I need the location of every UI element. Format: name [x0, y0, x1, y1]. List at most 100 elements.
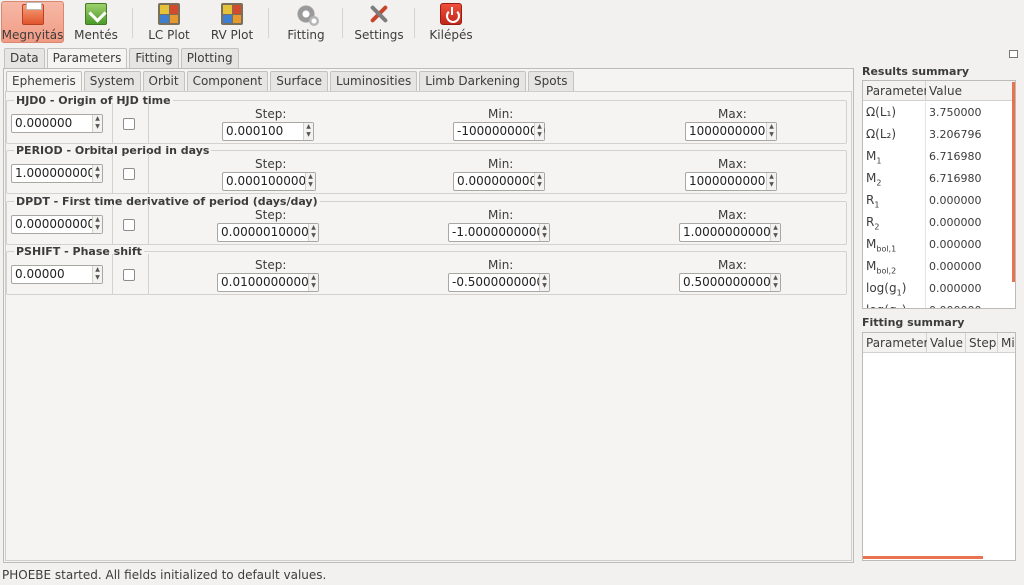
vertical-scrollbar[interactable]	[1012, 82, 1015, 282]
step-spinbox[interactable]: 0.0001000000 ▲ ▼	[222, 172, 316, 191]
value-cell: 6.716980	[929, 172, 982, 185]
min-spinbox[interactable]: -1.0000000000 ▲ ▼	[448, 223, 550, 242]
exit-button[interactable]: Kilépés	[422, 1, 480, 43]
table-row[interactable]: Ω(L₂) 3.206796	[863, 124, 1013, 146]
tab-parameters[interactable]: Parameters	[46, 48, 128, 69]
table-row[interactable]: M2 6.716980	[863, 168, 1013, 190]
fitting-label: Fitting	[287, 28, 325, 42]
value-spinbox[interactable]: 0.00000 ▲ ▼	[11, 265, 103, 284]
open-button[interactable]: Megnyitás	[1, 1, 64, 43]
column-header-value[interactable]: Value	[926, 81, 1015, 101]
column-divider	[148, 103, 149, 143]
power-icon	[440, 3, 462, 25]
rv-plot-button[interactable]: RV Plot	[203, 1, 261, 43]
table-row[interactable]: R1 0.000000	[863, 190, 1013, 212]
subtab-luminosities[interactable]: Luminosities	[329, 71, 418, 91]
table-row[interactable]: Mbol,2 0.000000	[863, 256, 1013, 278]
column-header-value[interactable]: Value	[927, 333, 966, 353]
fit-checkbox[interactable]	[123, 118, 135, 130]
min-label: Min:	[488, 157, 514, 171]
spin-arrows-icon[interactable]: ▲ ▼	[766, 173, 776, 190]
spin-arrows-icon[interactable]: ▲ ▼	[92, 165, 102, 182]
column-header-step[interactable]: Step	[966, 333, 998, 353]
parameter-subscript: 1	[876, 156, 882, 166]
tab-fitting[interactable]: Fitting	[129, 48, 179, 68]
parameter-name: Ω	[866, 127, 876, 141]
column-header-parameter[interactable]: Parameter	[863, 81, 928, 101]
step-spinbox[interactable]: 0.000100 ▲ ▼	[222, 122, 314, 141]
value-spinbox[interactable]: 0.0000000000▲▼	[11, 215, 103, 234]
spin-arrows-icon[interactable]: ▲ ▼	[766, 123, 776, 140]
column-divider	[112, 103, 113, 143]
value-spinbox[interactable]: 0.000000 ▲ ▼	[11, 114, 103, 133]
max-spinbox[interactable]: 1.0000000000 ▲ ▼	[679, 223, 781, 242]
spin-arrows-icon[interactable]: ▲ ▼	[770, 274, 780, 291]
step-spinbox[interactable]: 0.0000010000 ▲ ▼	[217, 223, 319, 242]
spin-arrows-icon[interactable]: ▲ ▼	[770, 224, 780, 241]
min-spinbox[interactable]: -10000000000 ▲ ▼	[453, 122, 545, 141]
spin-arrows-icon[interactable]: ▲ ▼	[92, 115, 102, 132]
results-summary-table: Parameter Value Ω(L₁) 3.750000 Ω(L₂) 3.2067…	[862, 80, 1016, 309]
undock-icon[interactable]	[1009, 50, 1018, 58]
fit-checkbox[interactable]	[123, 269, 135, 281]
max-spinbox[interactable]: 0.5000000000 ▲ ▼	[679, 273, 781, 292]
fitting-button[interactable]: Fitting	[276, 1, 336, 43]
spin-arrows-icon[interactable]: ▲ ▼	[92, 216, 102, 233]
save-download-icon	[85, 3, 107, 25]
min-spinbox[interactable]: 0.0000000000 ▲ ▼	[453, 172, 545, 191]
subtab-orbit[interactable]: Orbit	[142, 71, 185, 91]
group-title: PSHIFT - Phase shift	[14, 245, 144, 258]
table-row[interactable]: R2 0.000000	[863, 212, 1013, 234]
spin-arrows-icon[interactable]: ▲ ▼	[534, 123, 544, 140]
tab-plotting[interactable]: Plotting	[180, 48, 239, 68]
rv-plot-label: RV Plot	[210, 28, 254, 42]
spin-arrows-icon[interactable]: ▲ ▼	[539, 274, 549, 291]
parameters-subtabbar: Ephemeris System Orbit Component Surface…	[6, 71, 576, 92]
settings-button[interactable]: Settings	[350, 1, 408, 43]
fit-checkbox[interactable]	[123, 219, 135, 231]
spin-arrows-icon[interactable]: ▲ ▼	[539, 224, 549, 241]
horizontal-scrollbar[interactable]	[863, 556, 983, 559]
column-header-parameter[interactable]: Parameter	[863, 333, 928, 353]
subtab-spots[interactable]: Spots	[528, 71, 574, 91]
parameter-suffix: )	[902, 303, 907, 308]
settings-label: Settings	[354, 28, 404, 42]
step-spinbox[interactable]: 0.0100000000 ▲ ▼	[217, 273, 319, 292]
table-row[interactable]: Mbol,1 0.000000	[863, 234, 1013, 256]
table-row[interactable]: M1 6.716980	[863, 146, 1013, 168]
value-spinbox[interactable]: 1.0000000000▲▼	[11, 164, 103, 183]
spin-arrows-icon[interactable]: ▲ ▼	[534, 173, 544, 190]
table-row[interactable]: log(g2) 0.000000	[863, 300, 1013, 308]
parameter-cell: M2	[866, 171, 881, 187]
spin-arrows-icon[interactable]: ▲ ▼	[308, 274, 318, 291]
save-button[interactable]: Mentés	[66, 1, 126, 43]
value-cell: 0.000000	[929, 282, 982, 295]
spin-arrows-icon[interactable]: ▲ ▼	[303, 123, 313, 140]
column-divider	[925, 190, 926, 212]
lc-plot-button[interactable]: LC Plot	[140, 1, 198, 43]
min-spinbox[interactable]: -0.5000000000 ▲ ▼	[448, 273, 550, 292]
min-text: 0.0000000000	[457, 174, 545, 188]
fit-checkbox[interactable]	[123, 168, 135, 180]
step-text: 0.0000010000	[221, 225, 309, 239]
subtab-limb-darkening[interactable]: Limb Darkening	[419, 71, 527, 91]
max-text: 10000000000.	[689, 124, 766, 138]
max-spinbox[interactable]: 10000000000.▲▼	[685, 172, 777, 191]
subtab-surface[interactable]: Surface	[270, 71, 328, 91]
parameter-subscript: bol,2	[876, 266, 897, 276]
spin-arrows-icon[interactable]: ▲ ▼	[92, 266, 102, 283]
column-header-min[interactable]: Mir	[998, 333, 1015, 353]
exit-label: Kilépés	[429, 28, 473, 42]
table-row[interactable]: Ω(L₁) 3.750000	[863, 102, 1013, 124]
subtab-system[interactable]: System	[83, 71, 141, 91]
spin-arrows-icon[interactable]: ▲ ▼	[305, 173, 315, 190]
max-spinbox[interactable]: 10000000000.▲▼	[685, 122, 777, 141]
parameter-name: M	[866, 237, 877, 251]
table-row[interactable]: log(g1) 0.000000	[863, 278, 1013, 300]
subtab-ephemeris[interactable]: Ephemeris	[6, 71, 82, 92]
parameter-subscript: bol,1	[876, 244, 897, 254]
max-text: 10000000000.	[689, 174, 766, 188]
tab-data[interactable]: Data	[4, 48, 45, 68]
subtab-component[interactable]: Component	[186, 71, 269, 91]
spin-arrows-icon[interactable]: ▲ ▼	[308, 224, 318, 241]
